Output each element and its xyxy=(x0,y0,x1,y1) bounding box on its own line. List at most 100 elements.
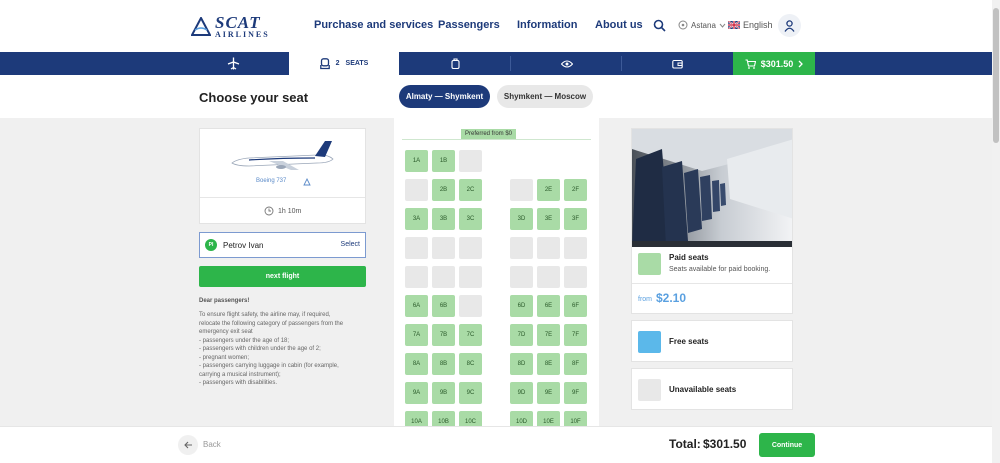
paid-seats-title: Paid seats xyxy=(669,253,709,262)
unavailable-seat xyxy=(510,237,533,259)
back-label[interactable]: Back xyxy=(203,440,221,449)
paid-seats-desc: Seats available for paid booking. xyxy=(669,266,771,273)
page-scrollbar[interactable] xyxy=(992,0,1000,463)
wallet-icon xyxy=(671,59,683,69)
unavailable-seat xyxy=(537,266,560,288)
seat-7d[interactable]: 7D xyxy=(510,324,533,346)
aircraft-model: Boeing 737 xyxy=(256,178,287,184)
aircraft-card: Boeing 737 1h 10m xyxy=(199,128,366,224)
seat-8f[interactable]: 8F xyxy=(564,353,587,375)
seat-6d[interactable]: 6D xyxy=(510,295,533,317)
seat-8d[interactable]: 8D xyxy=(510,353,533,375)
seat-8a[interactable]: 8A xyxy=(405,353,428,375)
seat-1a[interactable]: 1A xyxy=(405,150,428,172)
seat-1b[interactable]: 1B xyxy=(432,150,455,172)
seat-3c[interactable]: 3C xyxy=(459,208,482,230)
seat-9b[interactable]: 9B xyxy=(432,382,455,404)
user-account-button[interactable] xyxy=(778,14,801,37)
cart-icon xyxy=(745,58,756,69)
seat-icon xyxy=(319,57,330,69)
passenger-name: Petrov Ivan xyxy=(223,241,264,250)
seat-7b[interactable]: 7B xyxy=(432,324,455,346)
free-seats-legend: Free seats xyxy=(631,320,793,362)
notice-line: To ensure flight safety, the airline may… xyxy=(199,312,331,318)
language-selector[interactable]: English xyxy=(728,20,773,30)
step-payment[interactable] xyxy=(664,52,690,75)
seat-2f[interactable]: 2F xyxy=(564,179,587,201)
cabin-photo xyxy=(632,129,792,247)
seat-6a[interactable]: 6A xyxy=(405,295,428,317)
eye-icon xyxy=(561,59,573,68)
seat-3b[interactable]: 3B xyxy=(432,208,455,230)
aircraft-image xyxy=(231,141,334,170)
free-seats-title: Free seats xyxy=(669,337,709,346)
scat-logo[interactable]: SCAT AIRLINES xyxy=(191,14,270,39)
seat-7a[interactable]: 7A xyxy=(405,324,428,346)
seat-7c[interactable]: 7C xyxy=(459,324,482,346)
step-flights[interactable] xyxy=(215,52,252,75)
location-pin-icon xyxy=(678,20,688,30)
passenger-select-link[interactable]: Select xyxy=(341,241,360,248)
location-label: Astana xyxy=(691,21,716,30)
unavailable-seat xyxy=(459,266,482,288)
unavailable-seat xyxy=(510,179,533,201)
seat-7f[interactable]: 7F xyxy=(564,324,587,346)
location-selector[interactable]: Astana xyxy=(678,20,726,31)
continue-button[interactable]: Continue xyxy=(759,433,815,457)
unavailable-seat xyxy=(432,237,455,259)
seat-8e[interactable]: 8E xyxy=(537,353,560,375)
unavailable-seat xyxy=(459,295,482,317)
card-divider xyxy=(200,197,365,198)
seat-6f[interactable]: 6F xyxy=(564,295,587,317)
seat-3e[interactable]: 3E xyxy=(537,208,560,230)
search-icon[interactable] xyxy=(653,19,666,32)
checkout-footer: Back Total: $301.50 Continue xyxy=(0,426,992,463)
seat-3a[interactable]: 3A xyxy=(405,208,428,230)
route-tab-almaty-shymkent[interactable]: Almaty — Shymkent xyxy=(399,85,490,108)
seat-6b[interactable]: 6B xyxy=(432,295,455,317)
step-seats[interactable]: 2 SEATS xyxy=(289,52,399,75)
seat-9d[interactable]: 9D xyxy=(510,382,533,404)
seat-9a[interactable]: 9A xyxy=(405,382,428,404)
unavailable-seat xyxy=(564,237,587,259)
unavailable-seat xyxy=(459,150,482,172)
seat-2c[interactable]: 2C xyxy=(459,179,482,201)
seat-2b[interactable]: 2B xyxy=(432,179,455,201)
scrollbar-thumb[interactable] xyxy=(993,8,999,143)
cart-total-button[interactable]: $301.50 xyxy=(733,52,815,75)
back-button[interactable] xyxy=(178,435,198,455)
route-tab-shymkent-moscow[interactable]: Shymkent — Moscow xyxy=(497,85,593,108)
step-baggage[interactable] xyxy=(440,52,470,75)
nav-information[interactable]: Information xyxy=(517,19,578,31)
chevron-right-icon xyxy=(798,60,804,67)
seat-map: Preferred from $0 1A 1B 2B 2C 2E 2F 3A 3B 3C 3D 3E… xyxy=(394,118,599,428)
nav-purchase[interactable]: Purchase and services xyxy=(314,19,433,31)
seat-8b[interactable]: 8B xyxy=(432,353,455,375)
total-label: Total: xyxy=(669,437,701,451)
page-title: Choose your seat xyxy=(199,90,309,105)
notice-line: - passengers under the age of 18; xyxy=(199,337,290,344)
seat-9e[interactable]: 9E xyxy=(537,382,560,404)
unavailable-seat xyxy=(510,266,533,288)
seat-2e[interactable]: 2E xyxy=(537,179,560,201)
seat-6e[interactable]: 6E xyxy=(537,295,560,317)
seat-3f[interactable]: 3F xyxy=(564,208,587,230)
cart-total: $301.50 xyxy=(760,58,794,69)
seat-8c[interactable]: 8C xyxy=(459,353,482,375)
preferred-zone-label: Preferred from $0 xyxy=(461,129,517,139)
clock-icon xyxy=(264,206,274,216)
unavailable-seat xyxy=(405,179,428,201)
seat-7e[interactable]: 7E xyxy=(537,324,560,346)
notice-line: - passengers with children under the age… xyxy=(199,346,321,352)
nav-passengers[interactable]: Passengers xyxy=(438,19,500,31)
seat-9c[interactable]: 9C xyxy=(459,382,482,404)
passenger-row[interactable]: PI Petrov Ivan Select xyxy=(199,232,366,258)
nav-about[interactable]: About us xyxy=(595,19,643,31)
step-review[interactable] xyxy=(553,52,581,75)
chevron-down-icon xyxy=(719,23,726,28)
next-flight-button[interactable]: next flight xyxy=(199,266,366,287)
unavailable-seats-title: Unavailable seats xyxy=(669,385,737,394)
top-header: SCAT AIRLINES Purchase and services Pass… xyxy=(0,0,992,52)
seat-3d[interactable]: 3D xyxy=(510,208,533,230)
seat-9f[interactable]: 9F xyxy=(564,382,587,404)
